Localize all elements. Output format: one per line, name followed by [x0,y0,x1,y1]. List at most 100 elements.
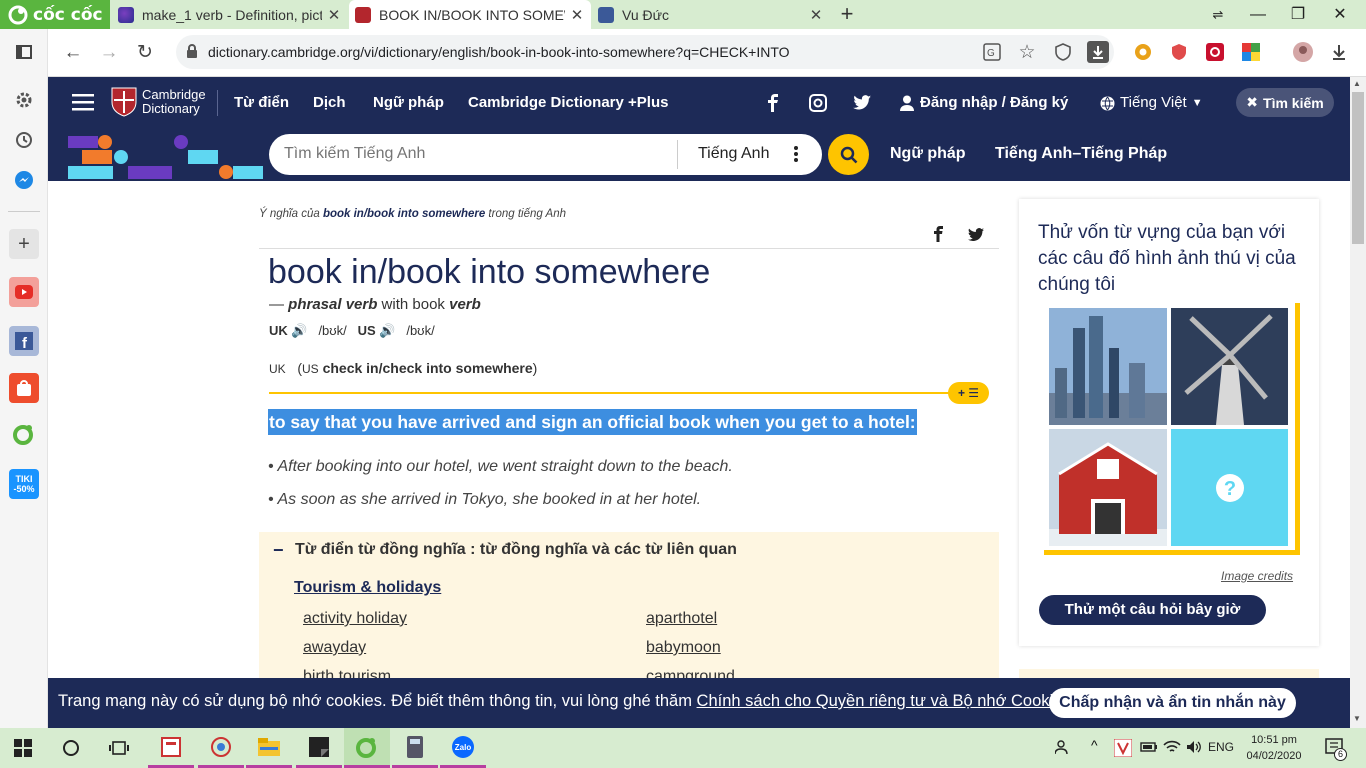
pos-verb[interactable]: verb [449,296,481,313]
people-icon[interactable] [1055,739,1071,755]
thesaurus-word[interactable]: aparthotel [646,610,717,628]
shield-icon[interactable] [1051,40,1075,64]
instagram-icon[interactable] [809,94,827,112]
speaker-us-icon[interactable]: 🔊 [379,323,395,338]
chevron-up-icon[interactable]: ^ [1091,737,1098,753]
more-options-icon[interactable] [793,146,799,162]
nav-translate[interactable]: Dịch [313,77,346,129]
coccoc-taskbar-icon[interactable] [344,728,390,768]
add-to-wordlist-button[interactable]: + ☰ [948,382,989,404]
close-icon[interactable]: ✕ [808,6,824,24]
translate-icon[interactable]: G [980,40,1004,64]
share-facebook-icon[interactable] [934,226,943,242]
app-calculator-icon[interactable] [392,728,438,768]
volume-icon[interactable] [1186,740,1202,754]
facebook-icon[interactable]: f [9,326,39,356]
coccoc-extension-icon[interactable] [9,419,39,449]
youtube-icon[interactable] [9,277,39,307]
language-selector[interactable]: Tiếng Việt ▼ [1100,77,1203,129]
scroll-down-arrow[interactable]: ▼ [1353,714,1361,723]
twitter-icon[interactable] [853,95,871,110]
nav-dictionary[interactable]: Từ điển [234,77,289,129]
minimize-button[interactable]: — [1238,0,1278,29]
zalo-icon[interactable]: Zalo [440,728,486,768]
thesaurus-word[interactable]: awayday [303,639,366,657]
tab-book-in[interactable]: BOOK IN/BOOK INTO SOMEW ✕ [349,0,591,29]
quiz-image-skyscrapers[interactable] [1049,308,1167,425]
try-quiz-button[interactable]: Thử một câu hỏi bây giờ [1039,595,1266,625]
maximize-button[interactable]: ❐ [1278,0,1318,29]
tab-list-icon[interactable]: ⇌ [1198,0,1238,29]
link-english-french[interactable]: Tiếng Anh–Tiếng Pháp [995,145,1167,163]
thesaurus-title[interactable]: Từ điển từ đồng nghĩa : từ đồng nghĩa và… [295,541,737,559]
nav-plus[interactable]: Cambridge Dictionary +Plus [468,77,668,129]
forward-button[interactable]: → [96,40,122,66]
close-window-button[interactable]: ✕ [1320,0,1360,29]
wifi-icon[interactable] [1163,740,1181,754]
messenger-icon[interactable] [9,165,39,195]
link-grammar[interactable]: Ngữ pháp [890,145,966,163]
file-explorer-icon[interactable] [246,728,292,768]
tab-make-verb[interactable]: make_1 verb - Definition, pict ✕ [112,0,348,29]
lock-icon[interactable] [186,44,198,59]
facebook-icon[interactable] [768,94,778,112]
quiz-image-windmill[interactable] [1171,308,1288,425]
search-language-select[interactable]: Tiếng Anh [698,145,769,163]
pos-label[interactable]: phrasal verb [288,296,377,313]
thesaurus-word[interactable]: activity holiday [303,610,407,628]
tab-facebook[interactable]: Vu Đức ✕ [592,0,830,29]
browser-brand[interactable]: cốc cốc [0,0,110,29]
task-view-icon[interactable] [96,728,142,768]
downloads-icon[interactable] [1327,40,1351,64]
thesaurus-word[interactable]: babymoon [646,639,721,657]
close-icon[interactable]: ✕ [326,6,342,24]
system-clock[interactable]: 10:51 pm 04/02/2020 [1244,732,1304,764]
antivirus-icon[interactable] [1114,739,1132,757]
search-input[interactable] [284,145,674,163]
search-button[interactable] [828,134,869,175]
url-text[interactable]: dictionary.cambridge.org/vi/dictionary/e… [208,44,790,60]
reload-button[interactable]: ↻ [132,40,158,66]
color-picker-icon[interactable] [1239,40,1263,64]
nav-grammar[interactable]: Ngữ pháp [373,77,444,129]
adblock-icon[interactable] [1167,40,1191,64]
extension-red-icon[interactable] [1203,40,1227,64]
region-word[interactable]: check in/check into somewhere [323,360,533,376]
add-shortcut-icon[interactable]: + [9,229,39,259]
site-logo[interactable]: Cambridge Dictionary [111,87,206,117]
scroll-up-arrow[interactable]: ▲ [1353,79,1361,88]
profile-avatar[interactable] [1291,40,1315,64]
back-button[interactable]: ← [60,40,86,66]
scrollbar-thumb[interactable] [1352,92,1364,244]
quiz-image-unknown[interactable]: ? [1171,429,1288,546]
login-link[interactable]: Đăng nhập / Đăng ký [900,77,1068,129]
tiki-icon[interactable]: TIKI -50% [9,469,39,499]
header-search-button[interactable]: ✖ Tìm kiếm [1236,88,1334,117]
bookmark-star-icon[interactable]: ☆ [1015,40,1039,64]
search-icon[interactable] [48,728,94,768]
settings-icon[interactable] [9,85,39,115]
image-credits-link[interactable]: Image credits [1221,569,1293,583]
windows-start-icon[interactable] [0,728,46,768]
accept-cookies-button[interactable]: Chấp nhận và ẩn tin nhắn này [1049,688,1296,718]
speaker-uk-icon[interactable]: 🔊 [291,323,307,338]
collapse-icon[interactable]: − [273,540,284,561]
sidebar-toggle-icon[interactable] [9,37,39,67]
thesaurus-topic[interactable]: Tourism & holidays [294,579,441,597]
battery-icon[interactable] [1140,741,1158,753]
sticky-notes-icon[interactable] [296,728,342,768]
input-language[interactable]: ENG [1208,740,1234,754]
cookie-policy-link[interactable]: Chính sách cho Quyền riêng tư và Bộ nhớ … [697,692,1071,710]
definition-text[interactable]: to say that you have arrived and sign an… [268,409,917,435]
chrome-extension-icon[interactable] [1131,40,1155,64]
new-tab-button[interactable]: + [836,2,858,26]
menu-icon[interactable] [72,93,94,111]
download-icon[interactable] [1087,41,1109,63]
close-icon[interactable]: ✕ [569,6,585,24]
share-twitter-icon[interactable] [968,228,984,241]
app-office-icon[interactable] [148,728,194,768]
shopee-icon[interactable] [9,373,39,403]
quiz-image-barn[interactable] [1049,429,1167,546]
history-icon[interactable] [9,125,39,155]
app-paint-icon[interactable] [198,728,244,768]
